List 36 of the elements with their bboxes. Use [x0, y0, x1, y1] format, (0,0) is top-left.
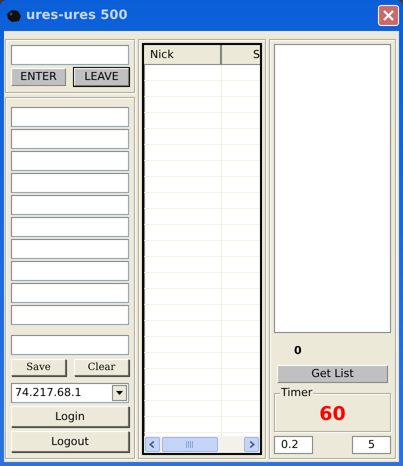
logout-button[interactable]: Logout — [11, 431, 129, 452]
scroll-thumb[interactable] — [162, 437, 218, 452]
grip-icon — [186, 441, 194, 448]
text-field[interactable] — [11, 129, 129, 149]
scroll-left-button[interactable] — [145, 437, 160, 452]
text-field[interactable] — [11, 151, 129, 171]
count-label: 0 — [294, 344, 302, 357]
text-field[interactable] — [11, 217, 129, 237]
app-icon — [6, 8, 22, 24]
text-field[interactable] — [11, 107, 129, 127]
channel-button[interactable]: ENTER — [11, 68, 66, 86]
text-field[interactable] — [11, 261, 129, 281]
timer-label: Timer — [280, 386, 314, 399]
close-icon — [383, 10, 394, 22]
scroll-right-button[interactable] — [244, 437, 259, 452]
list-box[interactable] — [274, 44, 391, 333]
server-dropdown[interactable]: 74.217.68.1 — [11, 383, 129, 403]
save-button[interactable]: Save — [11, 359, 66, 376]
text-field[interactable] — [11, 283, 129, 303]
get-list-button[interactable]: Get List — [276, 365, 388, 383]
text-field[interactable] — [11, 305, 129, 325]
login-button[interactable]: Login — [11, 406, 129, 427]
column-header[interactable]: Nick — [144, 45, 222, 65]
close-button[interactable] — [378, 5, 399, 26]
text-field[interactable] — [11, 195, 129, 215]
text-field[interactable] — [11, 239, 129, 259]
channel-field[interactable] — [11, 45, 129, 65]
window-title: ures-ures 500 — [26, 6, 128, 25]
channel-button[interactable]: LEAVE — [74, 68, 129, 86]
number-field[interactable]: 0.2 — [274, 436, 313, 454]
number-field[interactable]: 5 — [352, 436, 391, 454]
timer-value: 60 — [319, 402, 346, 428]
text-field[interactable] — [11, 173, 129, 193]
text-field[interactable] — [11, 335, 129, 355]
clear-button[interactable]: Clear — [74, 359, 129, 376]
column-header[interactable]: S — [222, 45, 260, 65]
